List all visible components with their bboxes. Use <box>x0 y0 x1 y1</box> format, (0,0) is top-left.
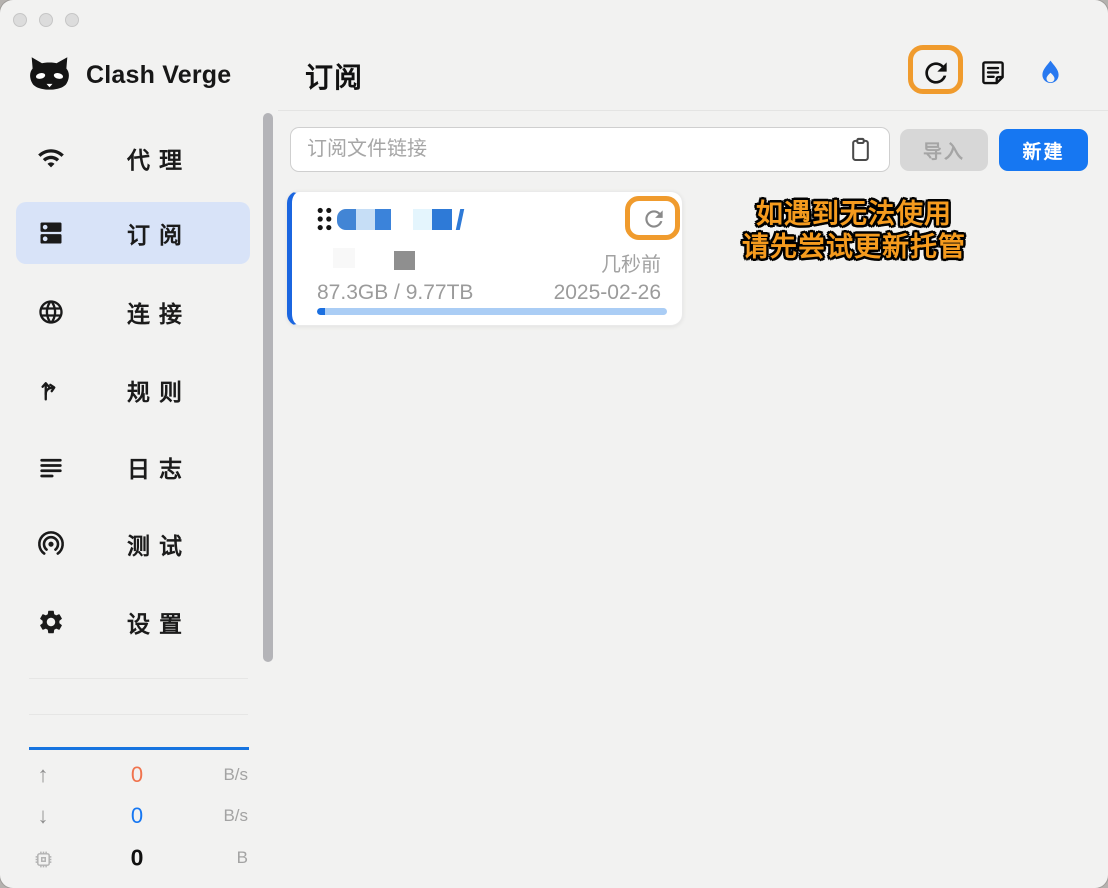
highlight-ring-card-refresh <box>625 196 680 240</box>
redacted-detail-block <box>333 248 355 268</box>
upload-unit: B/s <box>188 765 248 785</box>
profiles-icon <box>37 219 65 247</box>
profile-url-input[interactable] <box>290 127 890 172</box>
sidebar-item-label: 连接 <box>127 295 191 329</box>
annotation-line-1: 如遇到无法使用 <box>738 198 970 231</box>
flame-icon <box>1036 58 1065 87</box>
download-stat-row: ↓ 0 B/s <box>0 801 278 831</box>
wifi-icon <box>37 144 65 172</box>
header-divider <box>278 110 1108 111</box>
gear-icon <box>37 608 65 636</box>
annotation-line-2: 请先尝试更新托管 <box>738 231 970 264</box>
sidebar-divider <box>29 678 248 679</box>
page-title: 订阅 <box>305 56 363 96</box>
drag-handle-icon[interactable] <box>317 207 332 231</box>
sidebar-item-rules[interactable]: 规则 <box>16 359 250 421</box>
view-runtime-config-button[interactable] <box>978 58 1010 90</box>
memory-stat-row: 0 B <box>0 843 278 873</box>
fork-right-icon <box>37 376 65 404</box>
sidebar-item-settings[interactable]: 设置 <box>16 591 250 653</box>
flame-button[interactable] <box>1036 58 1068 90</box>
log-lines-icon <box>37 453 65 481</box>
new-profile-button[interactable]: 新建 <box>999 129 1088 171</box>
app-title: Clash Verge <box>86 61 231 90</box>
sidebar-scrollbar[interactable] <box>263 113 273 662</box>
profile-updated-time: 几秒前 <box>601 248 661 277</box>
profile-card[interactable]: 几秒前 87.3GB / 9.77TB 2025-02-26 <box>287 191 683 326</box>
sidebar: Clash Verge 代理 订阅 连接 规则 日志 测试 <box>0 0 278 888</box>
sidebar-item-profiles[interactable]: 订阅 <box>16 202 250 264</box>
sidebar-item-label: 代理 <box>127 141 191 175</box>
download-arrow-icon: ↓ <box>30 803 56 829</box>
sidebar-item-label: 订阅 <box>127 216 191 250</box>
redacted-profile-name <box>375 209 391 230</box>
app-logo: Clash Verge <box>27 54 231 96</box>
redacted-profile-name <box>432 209 452 230</box>
sidebar-item-proxy[interactable]: 代理 <box>16 127 250 189</box>
overlay-annotation-text: 如遇到无法使用 请先尝试更新托管 <box>738 198 970 264</box>
redacted-profile-name <box>356 209 375 230</box>
usage-progress-fill <box>317 308 325 315</box>
sidebar-divider <box>29 714 248 715</box>
upload-value: 0 <box>87 762 187 788</box>
usage-progress-bar <box>317 308 667 315</box>
memory-chip-icon <box>30 845 56 871</box>
sidebar-item-connections[interactable]: 连接 <box>16 281 250 343</box>
upload-stat-row: ↑ 0 B/s <box>0 760 278 790</box>
sidebar-item-logs[interactable]: 日志 <box>16 436 250 498</box>
sidebar-item-test[interactable]: 测试 <box>16 513 250 575</box>
memory-value: 0 <box>87 845 187 872</box>
sidebar-item-label: 日志 <box>127 450 191 484</box>
globe-icon <box>37 298 65 326</box>
upload-arrow-icon: ↑ <box>30 762 56 788</box>
document-icon <box>978 58 1008 88</box>
test-target-icon <box>37 530 65 558</box>
sidebar-item-label: 规则 <box>127 373 191 407</box>
profile-expire-date: 2025-02-26 <box>554 281 661 305</box>
download-value: 0 <box>87 803 187 829</box>
traffic-graph-baseline <box>29 747 249 750</box>
redacted-profile-name <box>413 209 432 230</box>
cat-logo-icon <box>27 54 72 96</box>
app-window: Clash Verge 代理 订阅 连接 规则 日志 测试 <box>0 0 1108 888</box>
highlight-ring-header-refresh <box>908 45 963 94</box>
redacted-profile-name <box>456 209 464 230</box>
download-unit: B/s <box>188 806 248 826</box>
memory-unit: B <box>188 848 248 868</box>
import-button[interactable]: 导入 <box>900 129 988 171</box>
sidebar-item-label: 测试 <box>127 527 191 561</box>
sidebar-item-label: 设置 <box>127 605 191 639</box>
paste-clipboard-icon[interactable] <box>847 136 874 163</box>
redacted-detail-block <box>394 251 415 270</box>
profile-usage: 87.3GB / 9.77TB <box>317 281 473 305</box>
redacted-profile-name <box>337 209 356 230</box>
